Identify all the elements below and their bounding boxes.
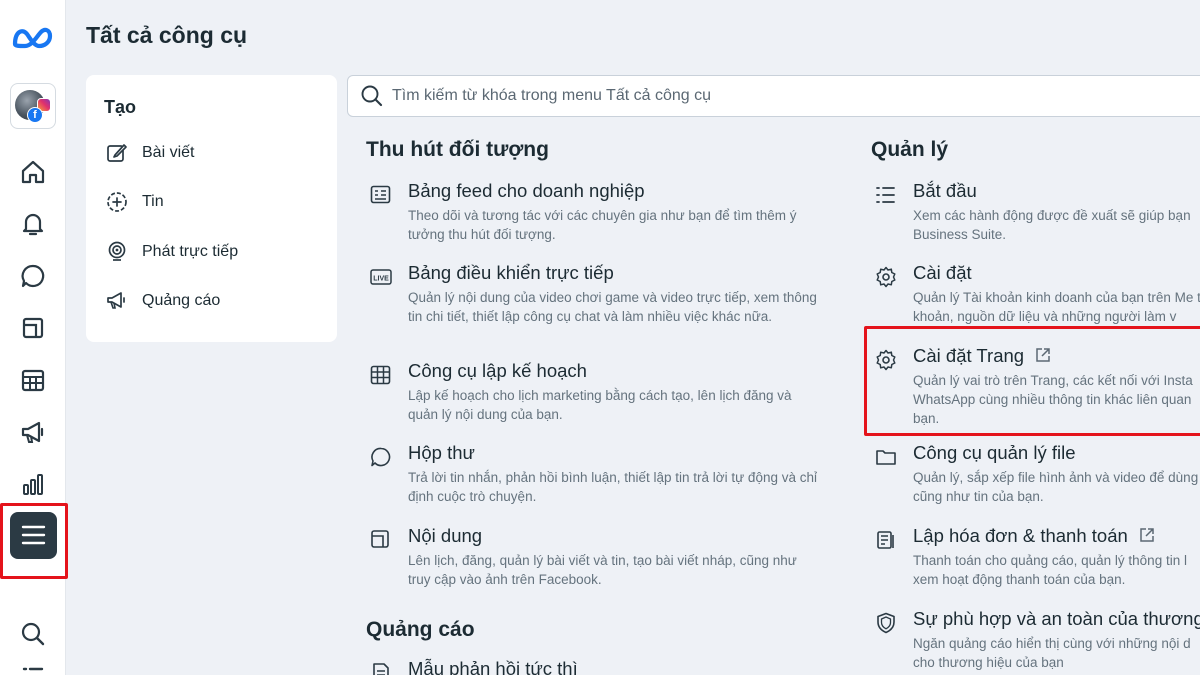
bell-icon[interactable] <box>19 210 47 238</box>
gear-icon <box>876 266 896 288</box>
planner-icon[interactable] <box>19 366 47 394</box>
more-list-icon[interactable] <box>19 664 47 675</box>
tools-search[interactable] <box>347 75 1200 117</box>
tool-name: Sự phù hợp và an toàn của thương <box>913 608 1200 629</box>
chat-icon[interactable] <box>19 262 47 290</box>
create-item-label: Bài viết <box>142 144 195 161</box>
section-title-engage: Thu hút đối tượng <box>366 138 549 161</box>
create-card: Tạo Bài viết Tin Phát trực tiếp Quảng cá… <box>86 75 337 342</box>
tool-name: Mẫu phản hồi tức thì <box>408 658 578 675</box>
tool-description: Theo dõi và tương tác với các chuyên gia… <box>408 208 797 242</box>
create-item-story[interactable]: Tin <box>106 190 164 214</box>
create-item-label: Phát trực tiếp <box>142 243 239 260</box>
tool-get-started[interactable]: Bắt đầu Xem các hành động được đề xuất s… <box>875 180 1200 250</box>
highlight-page-settings-box <box>864 326 1200 436</box>
tool-description: Lập kế hoạch cho lịch marketing bằng các… <box>408 388 792 422</box>
external-link-icon <box>1140 528 1154 542</box>
account-switcher[interactable]: f <box>10 83 56 129</box>
content-stack-icon <box>371 530 389 548</box>
billing-icon <box>877 531 894 549</box>
form-icon <box>373 663 389 675</box>
tool-name: Bắt đầu <box>913 180 977 201</box>
tool-name: Công cụ lập kế hoạch <box>408 360 587 381</box>
create-item-post[interactable]: Bài viết <box>106 141 194 165</box>
add-story-icon <box>107 192 127 212</box>
edit-icon <box>107 144 127 162</box>
tool-file-manager[interactable]: Công cụ quản lý file Quản lý, sắp xếp fi… <box>875 442 1200 512</box>
tool-description: Xem các hành động được đề xuất sẽ giúp b… <box>913 208 1191 242</box>
tool-billing[interactable]: Lập hóa đơn & thanh toán Thanh toán cho … <box>875 525 1200 595</box>
calendar-grid-icon <box>370 365 391 385</box>
search-icon <box>361 85 383 107</box>
tool-name: Công cụ quản lý file <box>913 442 1076 463</box>
create-item-live[interactable]: Phát trực tiếp <box>106 240 238 264</box>
content-icon[interactable] <box>19 314 47 342</box>
live-icon <box>108 241 126 261</box>
folder-icon <box>876 450 896 465</box>
tool-description: Quản lý nội dung của video chơi game và … <box>408 290 817 324</box>
megaphone-icon <box>107 292 125 309</box>
tool-name: Bảng điều khiển trực tiếp <box>408 262 614 283</box>
svg-text:LIVE: LIVE <box>373 276 389 283</box>
megaphone-icon[interactable] <box>19 418 47 446</box>
tool-description: Lên lịch, đăng, quản lý bài viết và tin,… <box>408 553 797 587</box>
page-title: Tất cả công cụ <box>86 22 248 48</box>
tool-planner[interactable]: Công cụ lập kế hoạch Lập kế hoạch cho lị… <box>370 360 830 430</box>
create-item-ad[interactable]: Quảng cáo <box>106 289 220 313</box>
insights-icon[interactable] <box>19 470 47 498</box>
home-icon[interactable] <box>19 158 47 186</box>
tool-description: Quản lý, sắp xếp file hình ảnh và video … <box>913 470 1199 504</box>
section-title-manage: Quản lý <box>871 138 949 161</box>
tool-live-dashboard[interactable]: LIVE Bảng điều khiển trực tiếp Quản lý n… <box>370 262 830 350</box>
list-icon <box>876 187 895 203</box>
search-input[interactable] <box>392 87 1092 105</box>
tool-name: Nội dung <box>408 525 483 546</box>
tool-instant-forms[interactable]: Mẫu phản hồi tức thì <box>370 658 830 675</box>
tool-name-text: Lập hóa đơn & thanh toán <box>913 525 1128 546</box>
create-heading: Tạo <box>104 97 137 117</box>
tool-description: Trả lời tin nhắn, phản hồi bình luận, th… <box>408 470 817 504</box>
inbox-bubble-icon <box>371 447 391 467</box>
tool-description: Thanh toán cho quảng cáo, quản lý thông … <box>913 553 1187 587</box>
facebook-icon: f <box>27 107 43 123</box>
tool-description: Quản lý Tài khoản kinh doanh của bạn trê… <box>913 290 1200 324</box>
tool-inbox[interactable]: Hộp thư Trả lời tin nhắn, phản hồi bình … <box>370 442 830 512</box>
tool-settings[interactable]: Cài đặt Quản lý Tài khoản kinh doanh của… <box>875 262 1200 332</box>
create-item-label: Tin <box>142 193 164 210</box>
tool-name: Cài đặt <box>913 262 972 283</box>
highlight-menu-box <box>0 503 68 579</box>
tool-description: Ngăn quảng cáo hiển thị cùng với những n… <box>913 636 1191 670</box>
tool-content[interactable]: Nội dung Lên lịch, đăng, quản lý bài viế… <box>370 525 830 595</box>
feed-icon <box>370 185 391 204</box>
tool-business-feed[interactable]: Bảng feed cho doanh nghiệp Theo dõi và t… <box>370 180 830 250</box>
search-icon[interactable] <box>19 620 47 648</box>
create-item-label: Quảng cáo <box>142 292 221 309</box>
shield-icon <box>877 612 895 634</box>
tool-brand-safety[interactable]: Sự phù hợp và an toàn của thương Ngăn qu… <box>875 608 1200 675</box>
section-title-ads: Quảng cáo <box>366 618 475 641</box>
live-badge-icon: LIVE <box>370 269 392 285</box>
tool-name: Bảng feed cho doanh nghiệp <box>408 180 645 201</box>
meta-logo-icon[interactable] <box>12 22 54 54</box>
tool-name: Lập hóa đơn & thanh toán <box>913 525 1156 547</box>
tool-name: Hộp thư <box>408 442 475 463</box>
